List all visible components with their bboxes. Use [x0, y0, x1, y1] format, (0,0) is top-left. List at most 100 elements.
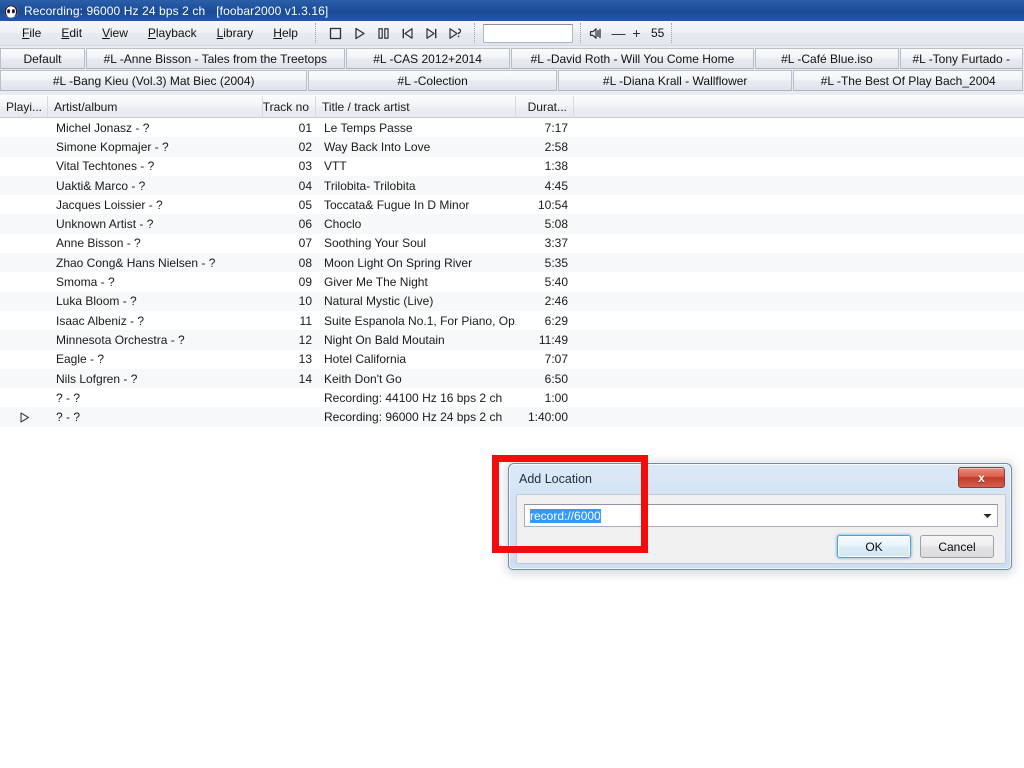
menu-item-file[interactable]: File [12, 23, 51, 43]
playlist-tab-anne-bisson[interactable]: #L -Anne Bisson - Tales from the Treetop… [85, 48, 345, 69]
column-header-duration[interactable]: Durat... [516, 95, 574, 118]
cell-duration: 1:40:00 [527, 410, 568, 425]
stop-button[interactable] [324, 23, 347, 44]
cell-track-no: 03 [298, 159, 312, 174]
menu-item-edit[interactable]: Edit [51, 23, 92, 43]
volume-up-button[interactable]: + [628, 24, 645, 43]
close-icon[interactable]: x [958, 467, 1005, 488]
playlist-tab-diana-krall[interactable]: #L -Diana Krall - Wallflower [557, 70, 793, 91]
table-row[interactable]: Zhao Cong& Hans Nielsen - ? 08 Moon Light … [0, 253, 1024, 273]
cell-artist-album: Luka Bloom - ? [56, 294, 137, 309]
table-row[interactable]: Jacques Loissier - ? 05 Toccata& Fugue In … [0, 195, 1024, 215]
column-header-trackno[interactable]: Track no [263, 95, 316, 118]
toolbar-separator-3 [579, 23, 582, 43]
cell-duration: 6:29 [544, 313, 568, 328]
random-button[interactable] [444, 23, 467, 44]
window-version-text: [foobar2000 v1.3.16] [216, 3, 329, 18]
table-row[interactable]: Luka Bloom - ? 10 Natural Mystic (Live) 2:4… [0, 291, 1024, 311]
playlist-tab-bang-kieu[interactable]: #L -Bang Kieu (Vol.3) Mat Biec (2004) [0, 70, 308, 91]
previous-button[interactable] [396, 23, 419, 44]
column-header-artist[interactable]: Artist/album [48, 95, 263, 118]
table-row[interactable]: Eagle - ? 13 Hotel California 7:07 [0, 349, 1024, 369]
table-row[interactable]: Vital Techtones - ? 03 VTT 1:38 [0, 156, 1024, 176]
cell-title: Suite Espanola No.1, For Piano, Op.4 [324, 313, 516, 328]
play-button[interactable] [348, 23, 371, 44]
cell-duration: 6:50 [544, 371, 568, 386]
cell-duration: 4:45 [544, 178, 568, 193]
table-row[interactable]: Simone Kopmajer - ? 02 Way Back Into Love 2… [0, 137, 1024, 157]
playlist-tab-tony-furtado[interactable]: #L -Tony Furtado - [899, 48, 1023, 69]
cell-duration: 5:35 [544, 255, 568, 270]
ok-button[interactable]: OK [837, 535, 911, 558]
cell-track-no: 01 [298, 120, 312, 135]
playlist-column-header: Playi... Artist/album Track no Title / t… [0, 95, 1024, 118]
toolbar-separator-1 [314, 23, 317, 43]
table-row[interactable]: Smoma - ? 09 Giver Me The Night 5:40 [0, 272, 1024, 292]
next-button[interactable] [420, 23, 443, 44]
menu-item-playback[interactable]: Playback [138, 23, 207, 43]
window-title-text: Recording: 96000 Hz 24 bps 2 ch [24, 3, 206, 18]
column-header-filler [574, 96, 1024, 118]
dialog-body: record://6000 OK Cancel [516, 494, 1006, 564]
table-row[interactable]: Isaac Albeniz - ? 11 Suite Espanola No.1, … [0, 310, 1024, 331]
cell-duration: 1:38 [544, 159, 568, 174]
location-combobox[interactable]: record://6000 [524, 504, 998, 527]
pause-button[interactable] [372, 23, 395, 44]
volume-controls: — + 55 [589, 24, 664, 43]
chevron-down-icon[interactable] [978, 505, 997, 526]
playlist-tab-play-bach[interactable]: #L -The Best Of Play Bach_2004 [793, 70, 1023, 91]
menu-bar: File Edit View Playback Library Help — +… [0, 21, 1024, 46]
table-row[interactable]: ? - ? Recording: 44100 Hz 16 bps 2 ch 1:00 [0, 388, 1024, 408]
search-input[interactable] [482, 23, 573, 43]
table-row[interactable]: Unknown Artist - ? 06 Choclo 5:08 [0, 214, 1024, 234]
table-row[interactable]: ? - ? Recording: 96000 Hz 24 bps 2 ch 1:40… [0, 407, 1024, 427]
menu-item-help[interactable]: Help [263, 23, 308, 43]
column-header-title[interactable]: Title / track artist [316, 95, 516, 118]
cancel-button[interactable]: Cancel [920, 535, 994, 558]
previous-icon [401, 27, 414, 40]
cell-title: Toccata& Fugue In D Minor [324, 197, 470, 212]
cell-artist-album: Jacques Loissier - ? [56, 197, 163, 212]
table-row[interactable]: Michel Jonasz - ? 01 Le Temps Passe 7:17 [0, 118, 1024, 138]
table-row[interactable]: Nils Lofgren - ? 14 Keith Don't Go 6:50 [0, 368, 1024, 389]
table-row[interactable]: Uakti& Marco - ? 04 Trilobita- Trilobita 4:… [0, 175, 1024, 196]
play-triangle-icon [19, 412, 30, 423]
title-bar: Recording: 96000 Hz 24 bps 2 ch [foobar20… [0, 0, 1024, 21]
table-row[interactable]: Anne Bisson - ? 07 Soothing Your Soul 3:37 [0, 233, 1024, 254]
menu-item-view-rest: iew [109, 26, 128, 40]
menu-item-help-rest: elp [281, 26, 298, 40]
next-icon [425, 27, 438, 40]
volume-down-button[interactable]: — [610, 24, 627, 43]
playlist-tab-david-roth[interactable]: #L -David Roth - Will You Come Home [510, 48, 755, 69]
menu-item-playback-rest: layback [155, 26, 197, 40]
playlist-rows[interactable]: Michel Jonasz - ? 01 Le Temps Passe 7:17 Sim… [0, 118, 1024, 768]
menu-item-library[interactable]: Library [207, 23, 264, 43]
cell-title: Soothing Your Soul [324, 236, 427, 251]
playlist-tab-colection[interactable]: #L -Colection [308, 70, 557, 91]
cell-duration: 3:37 [544, 236, 568, 251]
foobar2000-logo-icon [3, 3, 19, 19]
playlist-tab-default[interactable]: Default [0, 48, 85, 69]
table-row[interactable]: Minnesota Orchestra - ? 12 Night On Bald M… [0, 330, 1024, 350]
playlist-tab-cas[interactable]: #L -CAS 2012+2014 [345, 48, 510, 69]
cell-track-no: 11 [299, 313, 312, 328]
cell-duration: 10:54 [537, 197, 568, 212]
location-input[interactable]: record://6000 [525, 508, 978, 523]
cell-artist-album: Isaac Albeniz - ? [56, 313, 145, 328]
cell-artist-album: ? - ? [56, 390, 81, 405]
toolbar-separator-2 [473, 23, 476, 43]
cell-title: Choclo [324, 217, 362, 232]
cell-track-no: 07 [298, 236, 312, 251]
add-location-dialog: Add Location x record://6000 OK Cancel [508, 463, 1012, 570]
cell-artist-album: Minnesota Orchestra - ? [56, 332, 185, 347]
transport-controls [324, 23, 467, 44]
menu-item-view[interactable]: View [92, 23, 138, 43]
cell-artist-album: Simone Kopmajer - ? [56, 139, 169, 154]
column-header-playing[interactable]: Playi... [0, 95, 48, 118]
cell-track-no: 10 [298, 294, 312, 309]
cell-title: Le Temps Passe [324, 120, 413, 135]
dialog-title: Add Location [519, 472, 592, 486]
playlist-tab-cafe-blue[interactable]: #L -Café Blue.iso [755, 48, 899, 69]
cell-title: Moon Light On Spring River [324, 255, 473, 270]
cell-artist-album: Zhao Cong& Hans Nielsen - ? [56, 255, 216, 270]
